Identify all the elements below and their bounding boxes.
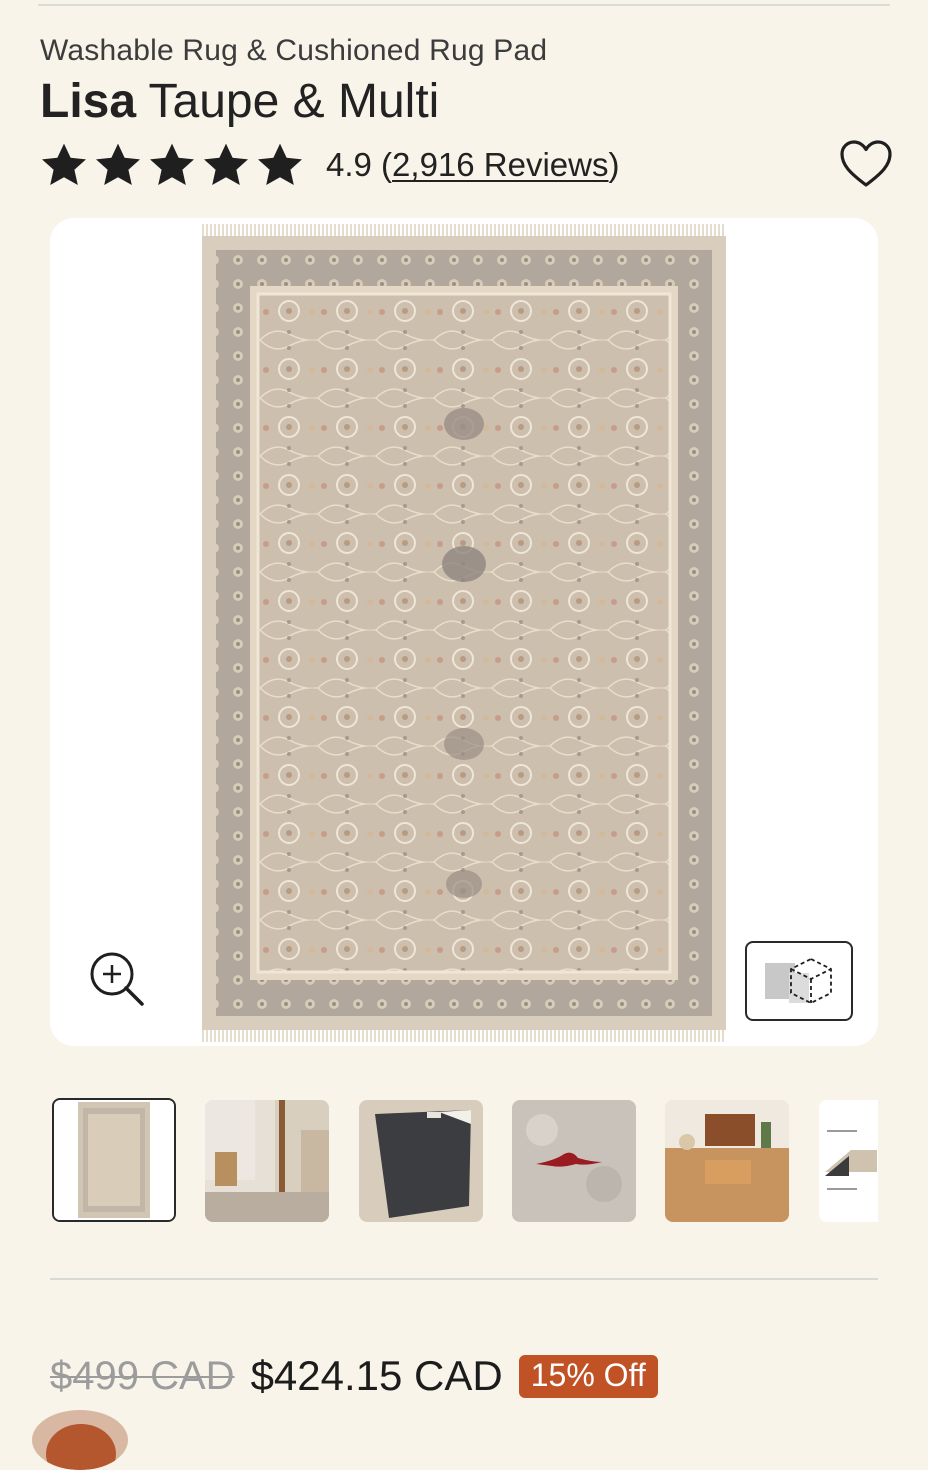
original-price: $499 CAD [50,1353,235,1398]
rug-image [202,224,726,1042]
thumbnail-stain-image [512,1100,636,1222]
rating-value: 4.9 [326,146,372,183]
close-paren: ) [608,146,620,183]
thumbnail-living-room[interactable] [665,1100,789,1222]
top-divider [38,4,890,6]
star-icon [96,143,140,185]
thumbnail-rug-image [54,1100,174,1220]
main-product-image[interactable] [50,218,878,1046]
rating-row: 4.9 (2,916 Reviews) [40,140,620,190]
star-icon [204,143,248,185]
product-name-bold: Lisa [40,75,137,128]
reviews-link[interactable]: 2,916 Reviews [392,146,608,183]
favorite-button[interactable] [838,138,894,190]
zoom-in-icon [90,952,144,1006]
view-in-room-button[interactable] [745,941,853,1021]
discount-badge: 15% Off [518,1354,658,1398]
section-divider [50,1278,878,1280]
thumbnail-bedroom[interactable] [205,1100,329,1222]
thumbnail-rug-pad-image [359,1100,483,1222]
star-icon [42,143,86,185]
thumbnail-stain[interactable] [512,1100,636,1222]
thumbnail-layers-image [819,1100,878,1222]
rating-stars [40,142,304,188]
thumbnail-rug[interactable] [52,1098,176,1222]
zoom-button[interactable] [86,948,146,1008]
product-title: Lisa Taupe & Multi [40,74,439,129]
product-subtitle: Washable Rug & Cushioned Rug Pad [40,34,548,67]
star-icon [150,143,194,185]
thumbnail-strip [52,1098,878,1224]
color-swatch-partial[interactable] [32,1410,128,1470]
thumbnail-rug-pad[interactable] [359,1100,483,1222]
price-row: $499 CAD $424.15 CAD 15% Off [50,1350,658,1402]
open-paren: ( [381,146,393,183]
thumbnail-living-room-image [665,1100,789,1222]
rating-text: 4.9 (2,916 Reviews) [326,146,620,184]
star-icon [258,143,302,185]
3d-view-icon [765,957,832,1005]
product-name-rest: Taupe & Multi [136,75,440,128]
thumbnail-bedroom-image [205,1100,329,1222]
heart-icon [840,140,892,187]
sale-price: $424.15 CAD [250,1352,503,1399]
thumbnail-layers[interactable] [819,1100,878,1222]
